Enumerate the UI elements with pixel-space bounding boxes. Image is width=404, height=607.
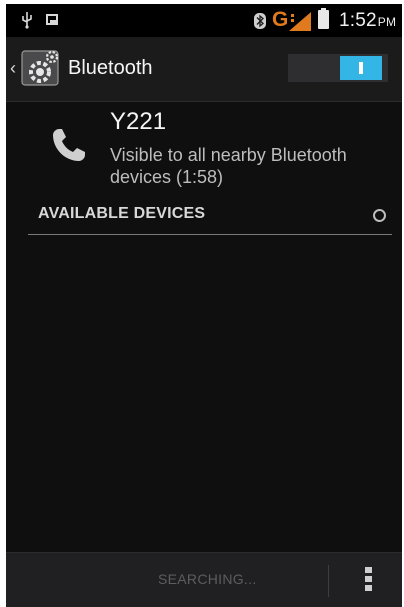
device-name[interactable]: Y221 <box>110 108 166 136</box>
bluetooth-toggle[interactable] <box>288 54 388 82</box>
device-visibility[interactable]: Visible to all nearby Bluetooth devices … <box>110 144 390 188</box>
screen: G 1:52PM ‹ Bluetooth Y221 Visible to all… <box>6 4 402 607</box>
separator <box>328 565 329 597</box>
divider <box>28 234 392 235</box>
back-chevron-icon[interactable]: ‹ <box>10 57 18 79</box>
spinner-icon <box>373 209 386 222</box>
bottom-bar: SEARCHING... <box>6 552 402 607</box>
clock: 1:52PM <box>339 10 396 32</box>
bluetooth-icon <box>254 13 266 29</box>
image-icon <box>46 14 58 25</box>
phone-icon <box>53 129 85 161</box>
page-title: Bluetooth <box>68 57 153 79</box>
clock-ampm: PM <box>377 15 397 29</box>
clock-time: 1:52 <box>339 10 377 31</box>
search-button[interactable]: SEARCHING... <box>158 571 257 587</box>
overflow-menu-icon[interactable] <box>365 567 373 595</box>
action-bar: ‹ Bluetooth <box>6 37 402 102</box>
status-bar: G 1:52PM <box>6 4 402 37</box>
signal-icon <box>289 12 311 31</box>
usb-icon <box>22 12 32 29</box>
bluetooth-settings-icon[interactable] <box>20 48 60 88</box>
toggle-knob[interactable] <box>340 56 382 80</box>
battery-icon <box>318 8 329 29</box>
section-title-available-devices: AVAILABLE DEVICES <box>38 205 206 222</box>
network-type: G <box>272 8 289 31</box>
